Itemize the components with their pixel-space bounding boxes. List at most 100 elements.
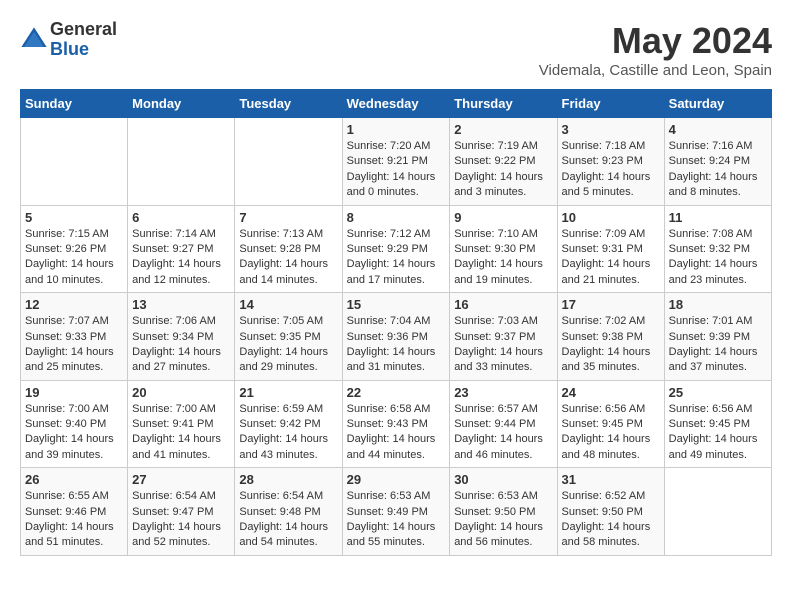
day-number: 20 [132, 385, 230, 400]
day-info-text: Sunrise: 7:06 AMSunset: 9:34 PMDaylight:… [132, 314, 230, 376]
day-number: 14 [239, 297, 337, 312]
day-info-text: Sunrise: 7:08 AMSunset: 9:32 PMDaylight:… [669, 227, 767, 289]
day-info-text: Sunrise: 7:13 AMSunset: 9:28 PMDaylight:… [239, 227, 337, 289]
day-number: 1 [347, 122, 446, 137]
day-number: 10 [562, 210, 660, 225]
calendar-day-cell: 10 Sunrise: 7:09 AMSunset: 9:31 PMDayligh… [557, 205, 664, 293]
calendar-day-cell: 14 Sunrise: 7:05 AMSunset: 9:35 PMDayligh… [235, 293, 342, 381]
day-info-text: Sunrise: 6:59 AMSunset: 9:42 PMDaylight:… [239, 402, 337, 464]
day-number: 28 [239, 472, 337, 487]
calendar-week-row: 12 Sunrise: 7:07 AMSunset: 9:33 PMDayligh… [21, 293, 772, 381]
day-number: 16 [454, 297, 552, 312]
month-title: May 2024 [539, 20, 772, 62]
calendar-day-cell: 31Sunrise: 6:52 AMSunset: 9:50 PMDayligh… [557, 468, 664, 556]
calendar-day-cell: 29Sunrise: 6:53 AMSunset: 9:49 PMDayligh… [342, 468, 450, 556]
calendar-day-cell: 5Sunrise: 7:15 AMSunset: 9:26 PMDaylight… [21, 205, 128, 293]
calendar-day-cell: 2 Sunrise: 7:19 AMSunset: 9:22 PMDaylight… [450, 118, 557, 206]
calendar-day-cell: 13 Sunrise: 7:06 AMSunset: 9:34 PMDayligh… [128, 293, 235, 381]
calendar-day-cell [128, 118, 235, 206]
calendar-week-row: 19Sunrise: 7:00 AMSunset: 9:40 PMDayligh… [21, 380, 772, 468]
day-info-text: Sunrise: 6:54 AMSunset: 9:47 PMDaylight:… [132, 489, 230, 551]
calendar-table: SundayMondayTuesdayWednesdayThursdayFrid… [20, 89, 772, 556]
calendar-day-cell: 22Sunrise: 6:58 AMSunset: 9:43 PMDayligh… [342, 380, 450, 468]
day-number: 4 [669, 122, 767, 137]
calendar-day-cell: 4 Sunrise: 7:16 AMSunset: 9:24 PMDaylight… [664, 118, 771, 206]
day-info-text: Sunrise: 7:19 AMSunset: 9:22 PMDaylight:… [454, 139, 552, 201]
day-number: 12 [25, 297, 123, 312]
calendar-day-cell: 28 Sunrise: 6:54 AMSunset: 9:48 PMDayligh… [235, 468, 342, 556]
day-number: 23 [454, 385, 552, 400]
calendar-day-cell: 6 Sunrise: 7:14 AMSunset: 9:27 PMDaylight… [128, 205, 235, 293]
calendar-day-cell: 3Sunrise: 7:18 AMSunset: 9:23 PMDaylight… [557, 118, 664, 206]
day-number: 9 [454, 210, 552, 225]
calendar-header-row: SundayMondayTuesdayWednesdayThursdayFrid… [21, 90, 772, 118]
day-number: 27 [132, 472, 230, 487]
day-of-week-header: Saturday [664, 90, 771, 118]
logo-blue-text: Blue [50, 39, 89, 59]
day-info-text: Sunrise: 7:14 AMSunset: 9:27 PMDaylight:… [132, 227, 230, 289]
day-info-text: Sunrise: 7:03 AMSunset: 9:37 PMDaylight:… [454, 314, 552, 376]
calendar-week-row: 5Sunrise: 7:15 AMSunset: 9:26 PMDaylight… [21, 205, 772, 293]
day-number: 17 [562, 297, 660, 312]
day-of-week-header: Tuesday [235, 90, 342, 118]
calendar-week-row: 1 Sunrise: 7:20 AMSunset: 9:21 PMDaylight… [21, 118, 772, 206]
day-number: 30 [454, 472, 552, 487]
logo-icon [20, 26, 48, 54]
calendar-day-cell: 23 Sunrise: 6:57 AMSunset: 9:44 PMDayligh… [450, 380, 557, 468]
day-of-week-header: Friday [557, 90, 664, 118]
calendar-day-cell: 20Sunrise: 7:00 AMSunset: 9:41 PMDayligh… [128, 380, 235, 468]
day-info-text: Sunrise: 7:09 AMSunset: 9:31 PMDaylight:… [562, 227, 660, 289]
calendar-day-cell: 21 Sunrise: 6:59 AMSunset: 9:42 PMDayligh… [235, 380, 342, 468]
day-number: 21 [239, 385, 337, 400]
calendar-week-row: 26 Sunrise: 6:55 AMSunset: 9:46 PMDayligh… [21, 468, 772, 556]
day-number: 13 [132, 297, 230, 312]
day-of-week-header: Monday [128, 90, 235, 118]
day-number: 19 [25, 385, 123, 400]
day-of-week-header: Sunday [21, 90, 128, 118]
day-info-text: Sunrise: 7:02 AMSunset: 9:38 PMDaylight:… [562, 314, 660, 376]
calendar-day-cell: 18 Sunrise: 7:01 AMSunset: 9:39 PMDayligh… [664, 293, 771, 381]
day-info-text: Sunrise: 7:18 AMSunset: 9:23 PMDaylight:… [562, 139, 660, 201]
day-info-text: Sunrise: 7:10 AMSunset: 9:30 PMDaylight:… [454, 227, 552, 289]
day-number: 2 [454, 122, 552, 137]
calendar-day-cell: 24Sunrise: 6:56 AMSunset: 9:45 PMDayligh… [557, 380, 664, 468]
calendar-day-cell: 26 Sunrise: 6:55 AMSunset: 9:46 PMDayligh… [21, 468, 128, 556]
calendar-day-cell: 19Sunrise: 7:00 AMSunset: 9:40 PMDayligh… [21, 380, 128, 468]
calendar-day-cell: 16 Sunrise: 7:03 AMSunset: 9:37 PMDayligh… [450, 293, 557, 381]
day-info-text: Sunrise: 7:07 AMSunset: 9:33 PMDaylight:… [25, 314, 123, 376]
day-of-week-header: Thursday [450, 90, 557, 118]
day-number: 24 [562, 385, 660, 400]
day-number: 6 [132, 210, 230, 225]
day-info-text: Sunrise: 6:55 AMSunset: 9:46 PMDaylight:… [25, 489, 123, 551]
day-info-text: Sunrise: 7:16 AMSunset: 9:24 PMDaylight:… [669, 139, 767, 201]
day-number: 5 [25, 210, 123, 225]
day-info-text: Sunrise: 6:52 AMSunset: 9:50 PMDaylight:… [562, 489, 660, 551]
day-info-text: Sunrise: 6:53 AMSunset: 9:49 PMDaylight:… [347, 489, 446, 551]
calendar-day-cell: 11Sunrise: 7:08 AMSunset: 9:32 PMDayligh… [664, 205, 771, 293]
day-info-text: Sunrise: 7:12 AMSunset: 9:29 PMDaylight:… [347, 227, 446, 289]
day-info-text: Sunrise: 6:53 AMSunset: 9:50 PMDaylight:… [454, 489, 552, 551]
day-info-text: Sunrise: 7:01 AMSunset: 9:39 PMDaylight:… [669, 314, 767, 376]
day-info-text: Sunrise: 6:54 AMSunset: 9:48 PMDaylight:… [239, 489, 337, 551]
day-info-text: Sunrise: 7:05 AMSunset: 9:35 PMDaylight:… [239, 314, 337, 376]
calendar-day-cell: 1 Sunrise: 7:20 AMSunset: 9:21 PMDaylight… [342, 118, 450, 206]
day-number: 18 [669, 297, 767, 312]
day-number: 8 [347, 210, 446, 225]
title-block: May 2024 Videmala, Castille and Leon, Sp… [539, 20, 772, 79]
day-info-text: Sunrise: 6:58 AMSunset: 9:43 PMDaylight:… [347, 402, 446, 464]
calendar-day-cell: 12 Sunrise: 7:07 AMSunset: 9:33 PMDayligh… [21, 293, 128, 381]
day-of-week-header: Wednesday [342, 90, 450, 118]
calendar-day-cell: 30 Sunrise: 6:53 AMSunset: 9:50 PMDayligh… [450, 468, 557, 556]
day-number: 7 [239, 210, 337, 225]
logo-general-text: General [50, 19, 117, 39]
day-info-text: Sunrise: 6:56 AMSunset: 9:45 PMDaylight:… [669, 402, 767, 464]
page-header: General Blue May 2024 Videmala, Castille… [20, 20, 772, 79]
calendar-day-cell: 17 Sunrise: 7:02 AMSunset: 9:38 PMDayligh… [557, 293, 664, 381]
day-info-text: Sunrise: 6:57 AMSunset: 9:44 PMDaylight:… [454, 402, 552, 464]
calendar-day-cell: 8 Sunrise: 7:12 AMSunset: 9:29 PMDaylight… [342, 205, 450, 293]
day-info-text: Sunrise: 7:20 AMSunset: 9:21 PMDaylight:… [347, 139, 446, 201]
day-info-text: Sunrise: 7:04 AMSunset: 9:36 PMDaylight:… [347, 314, 446, 376]
day-number: 15 [347, 297, 446, 312]
calendar-day-cell [21, 118, 128, 206]
day-number: 26 [25, 472, 123, 487]
